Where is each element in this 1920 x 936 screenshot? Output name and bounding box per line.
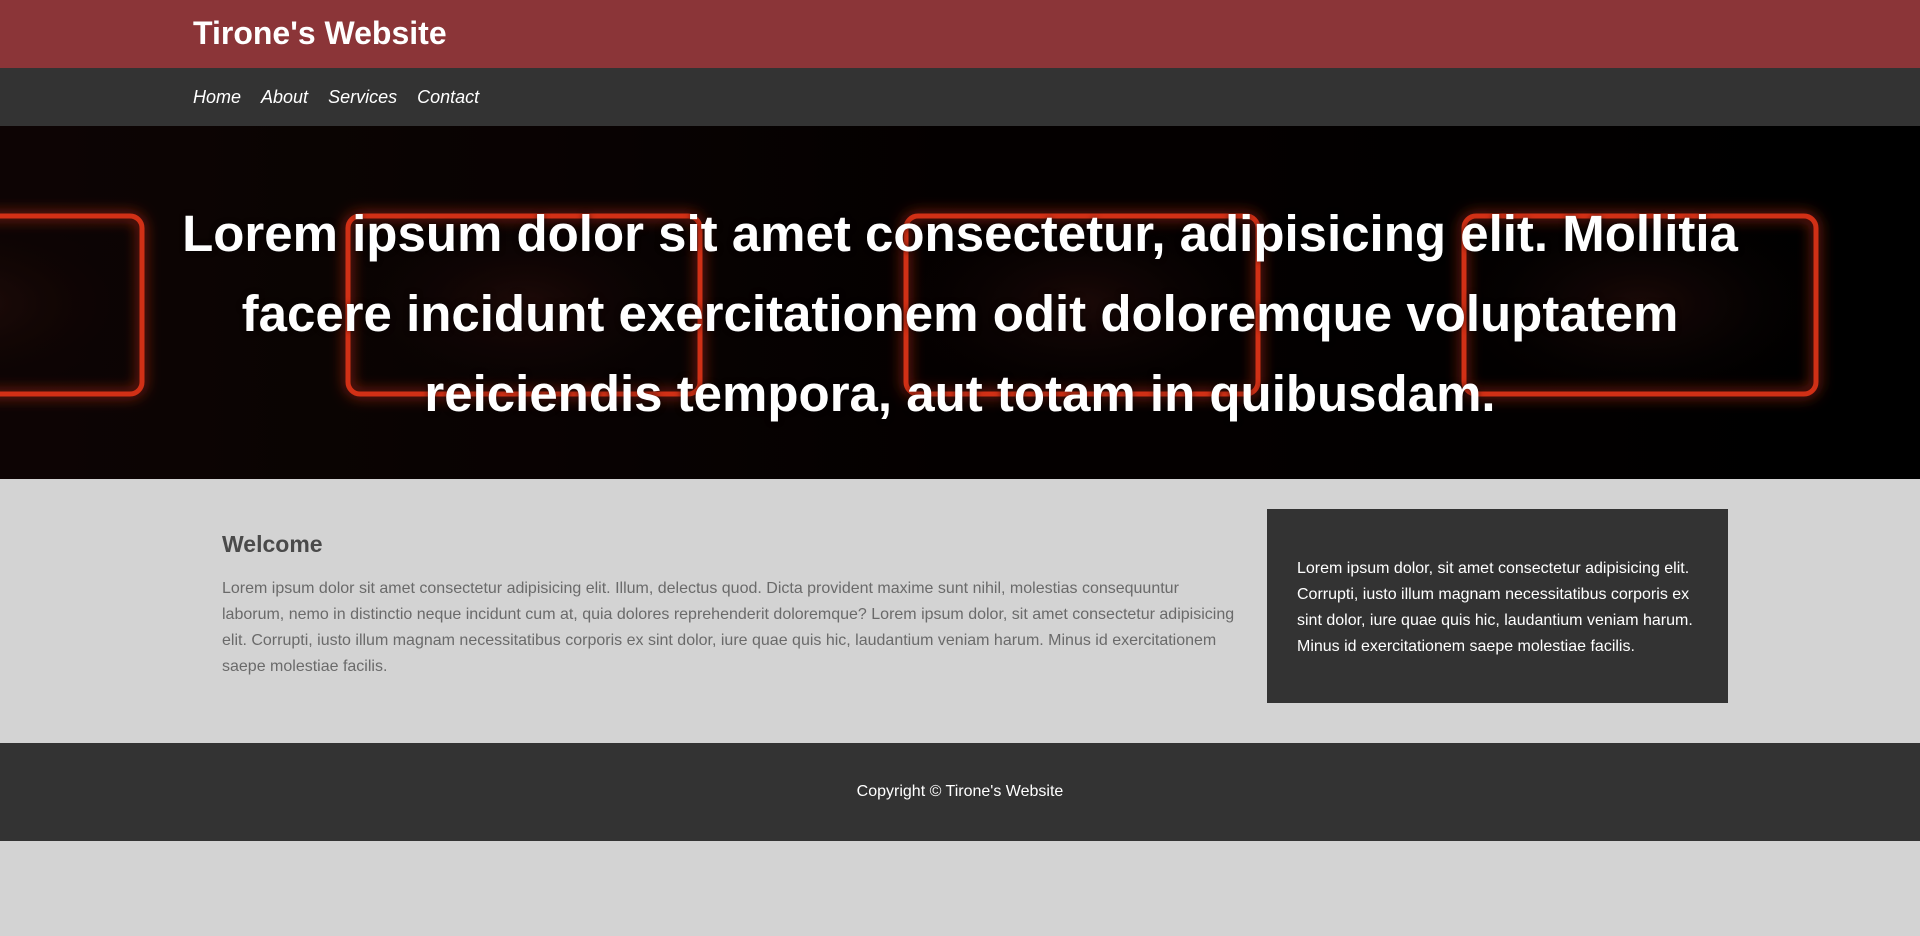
hero-heading: Lorem ipsum dolor sit amet consectetur, … <box>182 205 1738 422</box>
nav-item-contact: Contact <box>417 87 479 108</box>
nav-link-contact[interactable]: Contact <box>417 87 479 107</box>
copyright-text: Copyright © Tirone's Website <box>856 783 1064 800</box>
hero-banner: Lorem ipsum dolor sit amet consectetur, … <box>0 126 1920 479</box>
site-footer: Copyright © Tirone's Website <box>0 743 1920 841</box>
site-header: Tirone's Website <box>0 0 1920 68</box>
main-content: Welcome Lorem ipsum dolor sit amet conse… <box>0 479 1920 743</box>
nav-link-services[interactable]: Services <box>328 87 397 107</box>
site-title[interactable]: Tirone's Website <box>193 14 447 52</box>
nav-item-about: About <box>261 87 308 108</box>
main-navigation: Home About Services Contact <box>0 68 1920 126</box>
welcome-paragraph: Lorem ipsum dolor sit amet consectetur a… <box>222 580 1235 675</box>
sidebar-box: Lorem ipsum dolor, sit amet consectetur … <box>1267 509 1728 703</box>
nav-item-home: Home <box>193 87 241 108</box>
welcome-heading: Welcome <box>222 531 323 557</box>
nav-link-home[interactable]: Home <box>193 87 241 107</box>
sidebar-paragraph: Lorem ipsum dolor, sit amet consectetur … <box>1297 560 1693 655</box>
nav-list: Home About Services Contact <box>193 68 479 126</box>
nav-item-services: Services <box>328 87 397 108</box>
nav-link-about[interactable]: About <box>261 87 308 107</box>
